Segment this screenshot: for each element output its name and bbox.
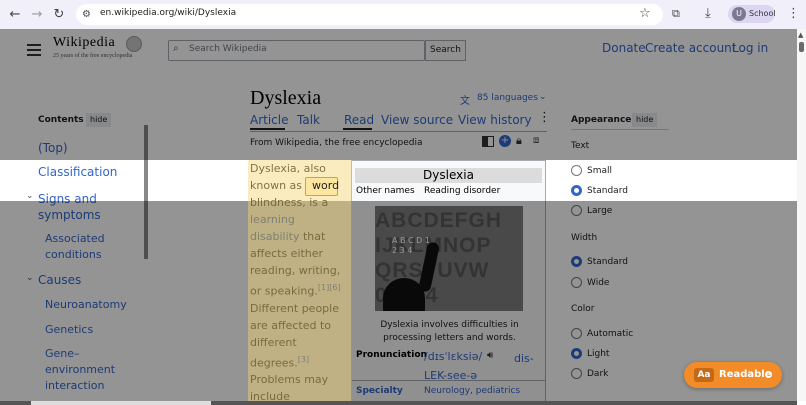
site-settings-icon[interactable]: ⚙ [82,8,91,22]
kebab-menu-icon[interactable]: ⋮ [787,7,800,21]
scroll-up-icon[interactable]: ▲ [798,31,803,39]
chevron-down-icon[interactable]: ⌄ [26,191,34,201]
readable-badge: Aa [694,368,714,382]
reading-ruler-dim-top [0,29,797,160]
url-text: en.wikipedia.org/wiki/Dyslexia [100,8,237,18]
reading-ruler-dim-bottom [0,201,797,401]
text-size-standard-label: Standard [587,186,628,196]
reload-icon[interactable]: ↻ [51,7,67,23]
text-size-standard-radio[interactable] [571,185,582,196]
reading-focus-column [248,160,352,401]
horizontal-scroll-thumb[interactable] [31,401,211,405]
toc-item-classification[interactable]: Classification [38,165,117,179]
text-size-small-radio[interactable] [571,165,582,176]
download-icon[interactable]: ⤓ [705,7,711,21]
text-size-small-label: Small [587,166,612,176]
readable-label: Readable [719,369,772,380]
bookmark-star-icon[interactable]: ☆ [639,7,651,21]
infobox-other-names-value: Reading disorder [424,186,501,196]
page-scrollbar[interactable] [797,29,806,401]
forward-icon[interactable]: → [29,7,45,23]
profile-name: School [749,9,776,18]
infobox-title: Dyslexia [355,168,542,183]
avatar: U [732,7,746,21]
page-scroll-thumb[interactable] [799,42,804,52]
readable-status-icon [765,371,772,378]
highlighted-word: word [312,179,340,192]
back-icon[interactable]: ← [7,7,23,23]
infobox-other-names-label: Other names [356,186,415,196]
extensions-icon[interactable]: ⧉ [672,7,680,21]
